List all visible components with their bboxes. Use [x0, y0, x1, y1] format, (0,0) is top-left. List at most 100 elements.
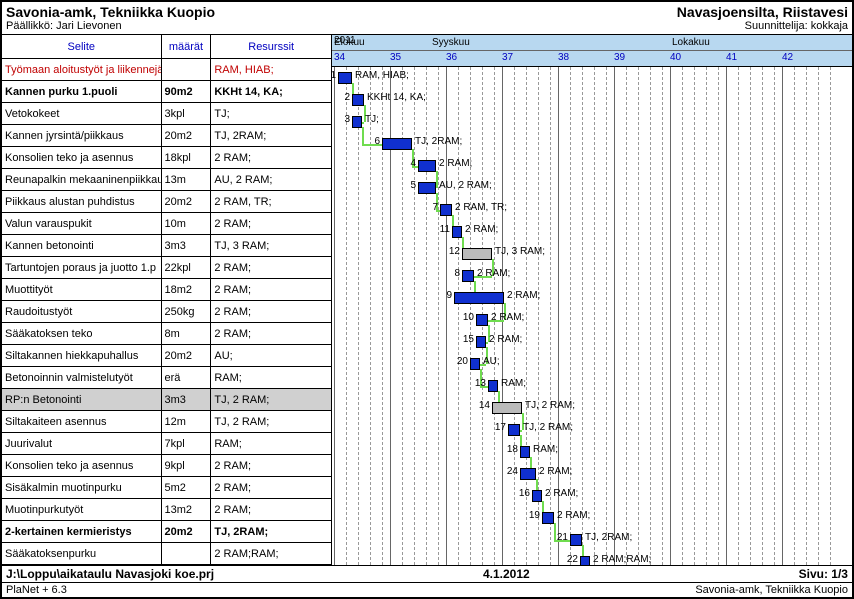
main: Selite määrät Resurssit Työmaan aloitust… — [2, 35, 852, 565]
gantt-row: 82 RAM; — [332, 265, 852, 287]
gantt-bar[interactable] — [476, 336, 486, 348]
bar-label: TJ, 2 RAM; — [523, 422, 573, 433]
footer-row-1: J:\Loppu\aikataulu Navasjoki koe.prj 4.1… — [2, 566, 852, 583]
bar-label: 2 RAM, TR; — [455, 202, 507, 213]
task-name: RP:n Betonointi — [2, 389, 162, 410]
gantt-bar[interactable] — [338, 72, 352, 84]
table-row[interactable]: Muotinpurkutyöt13m22 RAM; — [2, 499, 331, 521]
task-table: Selite määrät Resurssit Työmaan aloitust… — [2, 35, 332, 565]
file-path: J:\Loppu\aikataulu Navasjoki koe.prj — [6, 567, 214, 581]
table-row[interactable]: Kannen betonointi3m3TJ, 3 RAM; — [2, 235, 331, 257]
gantt-bar[interactable] — [418, 160, 436, 172]
month-row: ElokuuSyyskuuLokakuu — [332, 35, 852, 51]
gantt-row: 21TJ, 2RAM; — [332, 529, 852, 551]
week-row: 343536373839404142 — [332, 51, 852, 67]
task-qty: 12m — [162, 411, 212, 432]
gantt-row: 112 RAM; — [332, 221, 852, 243]
table-row[interactable]: Sääkatoksen teko8m2 RAM; — [2, 323, 331, 345]
table-row[interactable]: RP:n Betonointi3m3TJ, 2 RAM; — [2, 389, 331, 411]
task-resources: TJ; — [211, 103, 331, 124]
table-row[interactable]: Betonoinnin valmistelutyöteräRAM; — [2, 367, 331, 389]
gantt-bar[interactable] — [452, 226, 462, 238]
gantt-bar[interactable] — [520, 446, 530, 458]
table-row[interactable]: Sisäkalmin muotinpurku5m22 RAM; — [2, 477, 331, 499]
gantt-row: 1RAM, HIAB; — [332, 67, 852, 89]
gantt-bar[interactable] — [440, 204, 452, 216]
bar-label: 2 RAM; — [489, 334, 522, 345]
bar-label: TJ, 2 RAM; — [525, 400, 575, 411]
table-row[interactable]: Reunapalkin mekaaninenpiikkau13mAU, 2 RA… — [2, 169, 331, 191]
bar-label: 2 RAM;RAM; — [593, 554, 651, 565]
table-row[interactable]: Muottityöt18m22 RAM; — [2, 279, 331, 301]
gantt-row: 3TJ; — [332, 111, 852, 133]
task-name: Muottityöt — [2, 279, 162, 300]
table-row[interactable]: Piikkaus alustan puhdistus20m22 RAM, TR; — [2, 191, 331, 213]
task-qty: 20m2 — [162, 345, 212, 366]
task-resources: TJ, 2RAM; — [211, 125, 331, 146]
task-name: Reunapalkin mekaaninenpiikkau — [2, 169, 162, 190]
gantt-bar[interactable] — [476, 314, 488, 326]
bar-label: RAM, HIAB; — [355, 70, 409, 81]
week-label: 41 — [726, 52, 737, 63]
gantt-bar[interactable] — [492, 402, 522, 414]
table-row[interactable]: Tartuntojen poraus ja juotto 1.p22kpl2 R… — [2, 257, 331, 279]
gantt-bar[interactable] — [508, 424, 520, 436]
table-row[interactable]: Kannen purku 1.puoli90m2KKHt 14, KA; — [2, 81, 331, 103]
task-rows: Työmaan aloitustyöt ja liikennejäRAM, HI… — [2, 59, 331, 565]
col-header-selite: Selite — [2, 35, 162, 58]
gantt-bar[interactable] — [542, 512, 554, 524]
task-resources: 2 RAM, TR; — [211, 191, 331, 212]
header-right: Navasjoensilta, Riistavesi Suunnittelija… — [677, 4, 848, 32]
table-row[interactable]: Raudoitustyöt250kg2 RAM; — [2, 301, 331, 323]
manager-line: Päällikkö: Jari Lievonen — [6, 20, 215, 32]
gantt-bar[interactable] — [532, 490, 542, 502]
gantt-bar[interactable] — [462, 270, 474, 282]
task-name: Kannen purku 1.puoli — [2, 81, 162, 102]
task-number: 15 — [460, 334, 474, 345]
table-row[interactable]: Siltakannen hiekkapuhallus20m2AU; — [2, 345, 331, 367]
gantt-bar[interactable] — [382, 138, 412, 150]
task-resources: RAM; — [211, 433, 331, 454]
task-qty: 18m2 — [162, 279, 212, 300]
task-resources: 2 RAM; — [211, 279, 331, 300]
task-number: 9 — [438, 290, 452, 301]
task-qty: 13m2 — [162, 499, 212, 520]
table-row[interactable]: Sääkatoksenpurku2 RAM;RAM; — [2, 543, 331, 565]
table-row[interactable]: Valun varauspukit10m2 RAM; — [2, 213, 331, 235]
task-qty: 3kpl — [162, 103, 212, 124]
table-row[interactable]: Siltakaiteen asennus12mTJ, 2 RAM; — [2, 411, 331, 433]
task-number: 22 — [564, 554, 578, 565]
task-qty: 20m2 — [162, 521, 212, 542]
table-row[interactable]: Konsolien teko ja asennus18kpl2 RAM; — [2, 147, 331, 169]
gantt-bar[interactable] — [462, 248, 492, 260]
week-label: 34 — [334, 52, 345, 63]
task-name: Sisäkalmin muotinpurku — [2, 477, 162, 498]
table-row[interactable]: Kannen jyrsintä/piikkaus20m2TJ, 2RAM; — [2, 125, 331, 147]
gantt-bar[interactable] — [570, 534, 582, 546]
bar-label: TJ, 3 RAM; — [495, 246, 545, 257]
gantt-bar[interactable] — [520, 468, 536, 480]
task-number: 12 — [446, 246, 460, 257]
gantt-bar[interactable] — [470, 358, 480, 370]
gantt-bar[interactable] — [454, 292, 504, 304]
gantt-row: 162 RAM; — [332, 485, 852, 507]
task-number: 11 — [436, 224, 450, 235]
gantt-bar[interactable] — [352, 94, 364, 106]
footer-row-2: PlaNet + 6.3 Savonia-amk, Tekniikka Kuop… — [2, 583, 852, 597]
table-row[interactable]: Vetokokeet3kplTJ; — [2, 103, 331, 125]
bar-label: TJ, 2RAM; — [585, 532, 632, 543]
table-row[interactable]: Konsolien teko ja asennus9kpl2 RAM; — [2, 455, 331, 477]
gantt-bar[interactable] — [352, 116, 362, 128]
gantt-bar[interactable] — [418, 182, 436, 194]
gantt-bar[interactable] — [488, 380, 498, 392]
task-resources: 2 RAM; — [211, 477, 331, 498]
table-row[interactable]: Juurivalut7kplRAM; — [2, 433, 331, 455]
gantt-bar[interactable] — [580, 556, 590, 565]
table-row[interactable]: 2-kertainen kermieristys20m2TJ, 2RAM; — [2, 521, 331, 543]
task-name: Sääkatoksenpurku — [2, 543, 162, 564]
designer-name: kokkaja — [811, 20, 848, 32]
gantt-row: 192 RAM; — [332, 507, 852, 529]
gantt-row: 102 RAM; — [332, 309, 852, 331]
table-row[interactable]: Työmaan aloitustyöt ja liikennejäRAM, HI… — [2, 59, 331, 81]
task-name: Sääkatoksen teko — [2, 323, 162, 344]
